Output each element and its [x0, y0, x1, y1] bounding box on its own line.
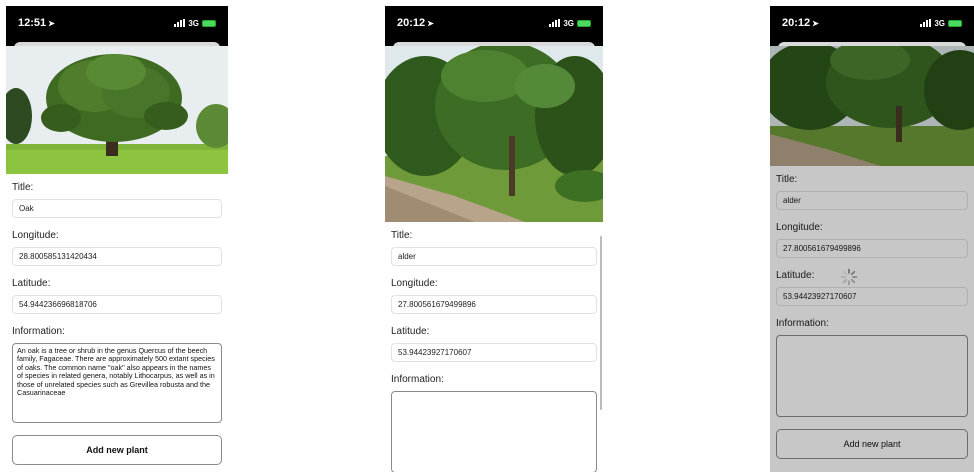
location-arrow-icon: ➤ [812, 19, 819, 28]
title-input[interactable]: Oak [12, 199, 222, 218]
plant-photo[interactable] [385, 46, 603, 222]
screen-oak: 12:51 ➤ 3G Title: Oak Longitude: 28.80058… [6, 6, 228, 472]
screen-alder-loading: 20:12 ➤ 3G Title: alder Longitude: 27.800… [770, 6, 974, 472]
status-bar: 20:12 ➤ 3G [770, 6, 974, 40]
network-type: 3G [934, 18, 945, 28]
screen-alder: 20:12 ➤ 3G Title: alder Longitude: 27.800… [385, 6, 603, 472]
title-label: Title: [12, 182, 34, 193]
information-textarea[interactable] [391, 391, 597, 472]
network-type: 3G [188, 18, 199, 28]
latitude-label: Latitude: [391, 326, 430, 337]
network-type: 3G [563, 18, 574, 28]
latitude-input[interactable]: 54.944236696818706 [12, 295, 222, 314]
title-label: Title: [391, 230, 413, 241]
status-bar: 12:51 ➤ 3G [6, 6, 228, 40]
latitude-label: Latitude: [12, 278, 51, 289]
status-time: 20:12 [397, 17, 426, 29]
status-time: 12:51 [18, 17, 47, 29]
add-new-plant-button[interactable]: Add new plant [12, 435, 222, 465]
longitude-input[interactable]: 28.800585131420434 [12, 247, 222, 266]
battery-icon [577, 19, 591, 27]
signal-bars-icon [549, 19, 561, 27]
plant-photo[interactable] [6, 46, 228, 174]
loading-spinner-icon [840, 268, 858, 286]
information-textarea[interactable]: An oak is a tree or shrub in the genus Q… [12, 343, 222, 423]
title-input[interactable]: alder [391, 247, 597, 266]
information-label: Information: [12, 326, 65, 337]
location-arrow-icon: ➤ [427, 19, 434, 28]
status-time: 20:12 [782, 17, 811, 29]
latitude-input[interactable]: 53.94423927170607 [391, 343, 597, 362]
battery-icon [948, 19, 962, 27]
signal-bars-icon [174, 19, 186, 27]
signal-bars-icon [920, 19, 932, 27]
longitude-label: Longitude: [12, 230, 59, 241]
status-bar: 20:12 ➤ 3G [385, 6, 603, 40]
battery-icon [202, 19, 216, 27]
longitude-input[interactable]: 27.800561679499896 [391, 295, 597, 314]
loading-overlay [770, 46, 974, 472]
scrollbar[interactable] [600, 236, 602, 410]
location-arrow-icon: ➤ [48, 19, 55, 28]
longitude-label: Longitude: [391, 278, 438, 289]
information-label: Information: [391, 374, 444, 385]
